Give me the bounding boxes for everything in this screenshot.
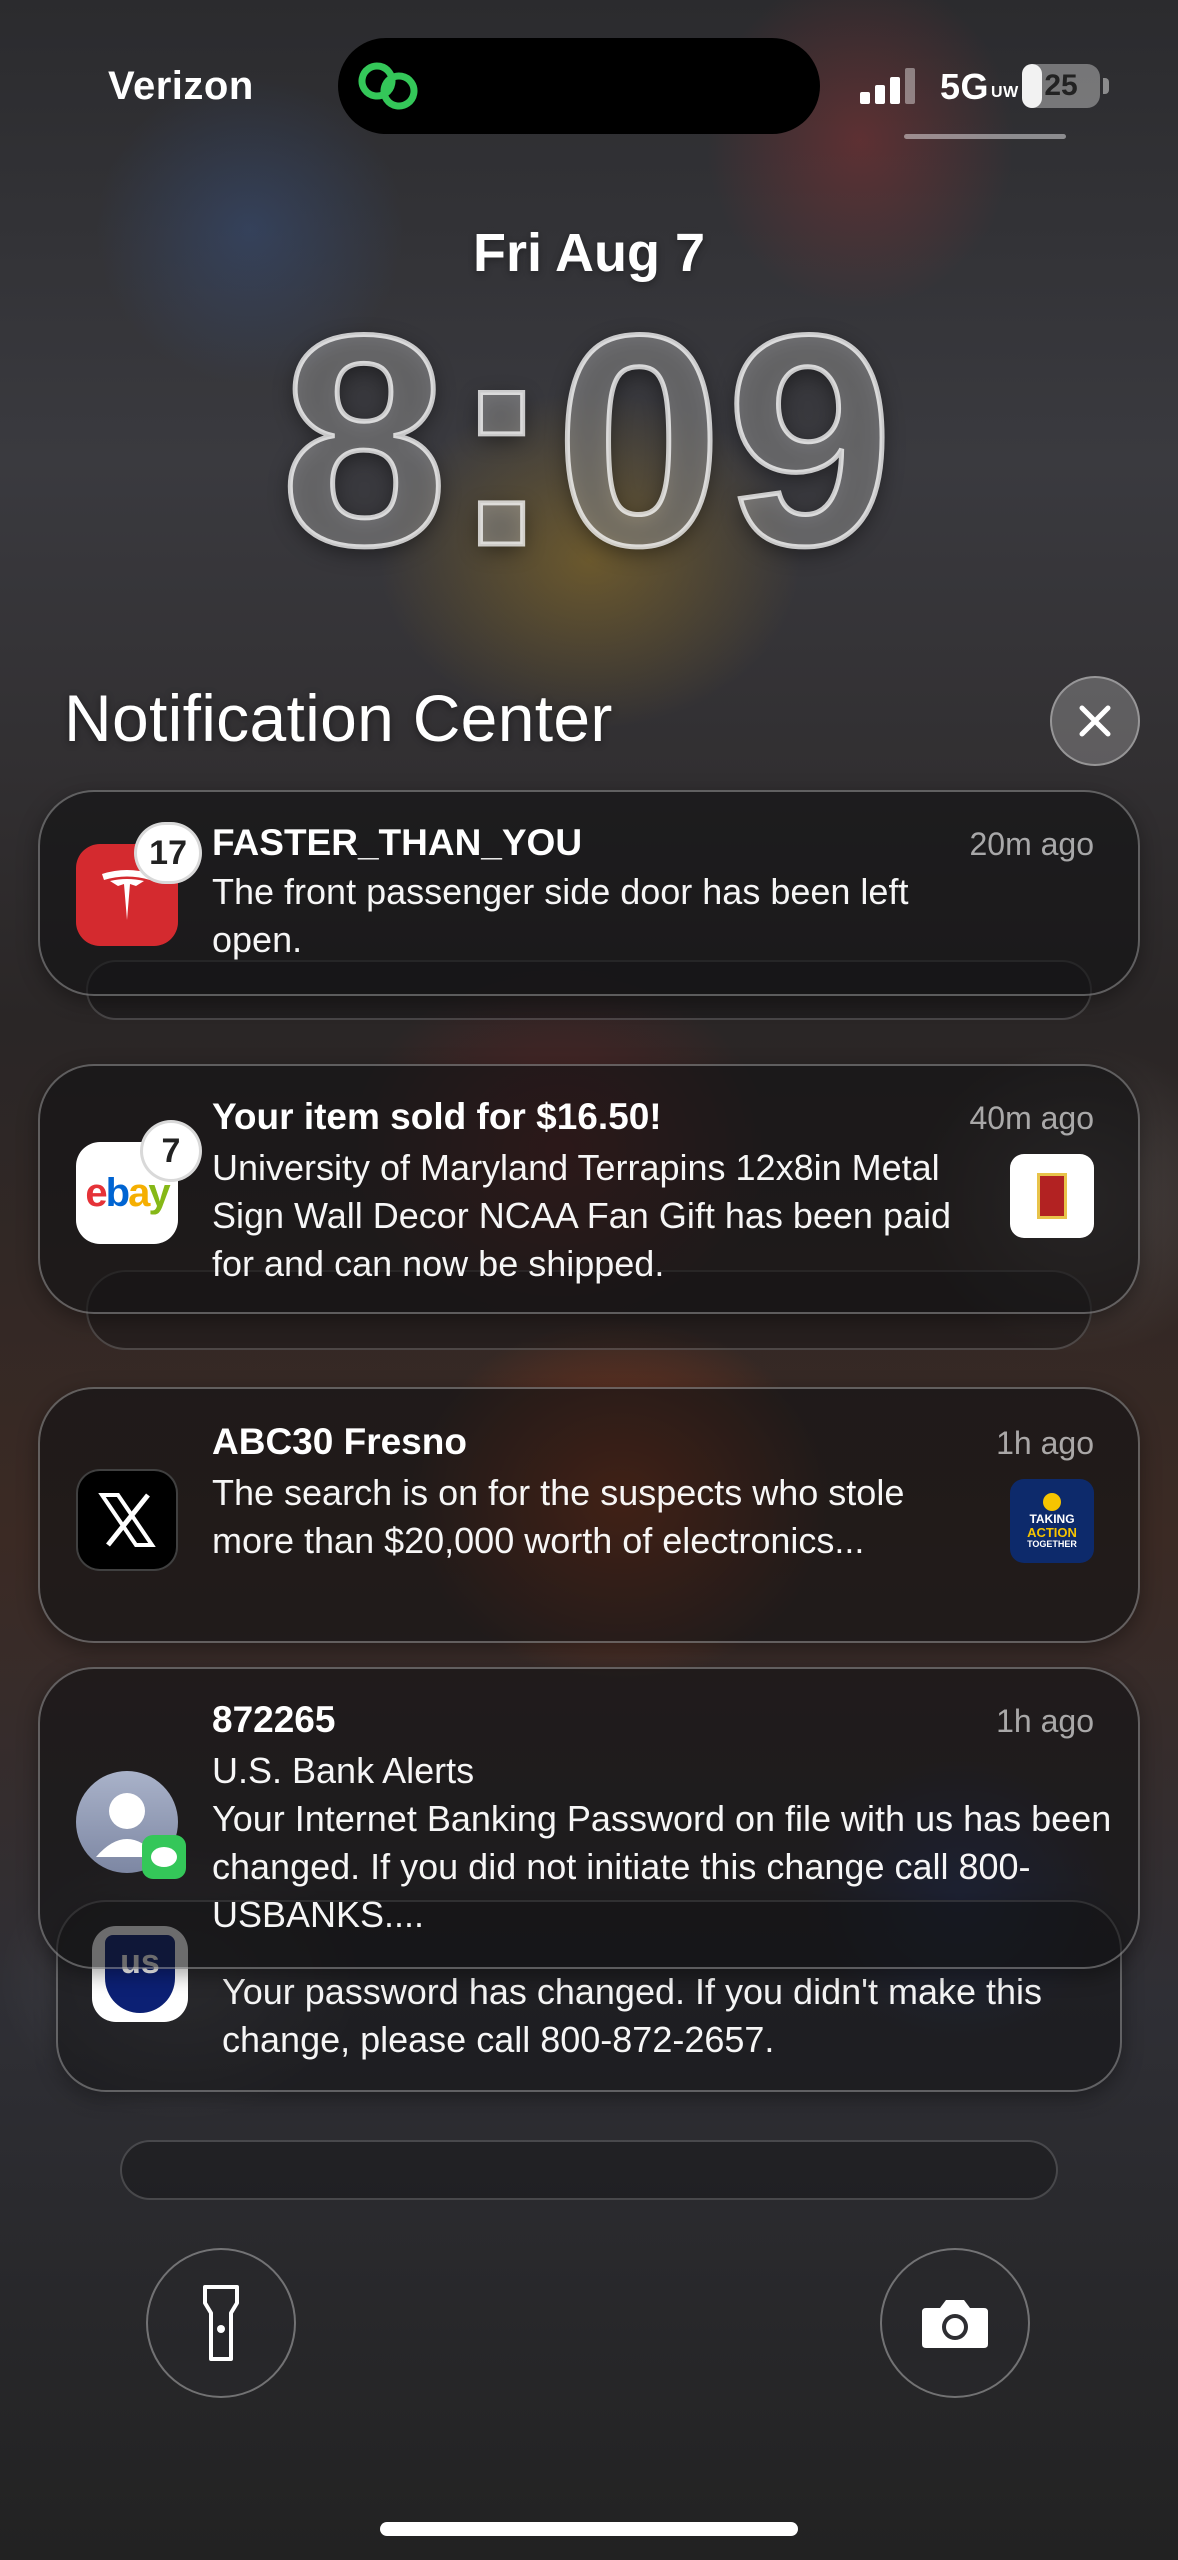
contact-avatar-icon (76, 1771, 186, 1879)
live-activity-icon (358, 62, 418, 110)
messages-badge-icon (142, 1835, 186, 1879)
thumbnail-text: TOGETHER (1027, 1538, 1077, 1549)
notification-time: 40m ago (969, 1100, 1094, 1136)
notification-count-badge: 17 (134, 822, 202, 884)
control-center-grabber[interactable] (904, 134, 1066, 139)
notification-attachment-thumbnail[interactable] (1010, 1154, 1094, 1238)
notification-messages[interactable]: 872265 1h ago U.S. Bank Alerts Your Inte… (38, 1667, 1140, 1969)
notification-title: FASTER_THAN_YOU (212, 822, 583, 863)
notification-time: 1h ago (996, 1703, 1094, 1739)
notification-time: 1h ago (996, 1425, 1094, 1461)
notification-title: Your item sold for $16.50! (212, 1096, 662, 1137)
notification-tesla[interactable]: 17 FASTER_THAN_YOU 20m ago The front pas… (38, 790, 1140, 996)
close-icon (1079, 705, 1111, 737)
cellular-signal-icon (860, 68, 915, 104)
close-notifications-button[interactable] (1050, 676, 1140, 766)
notification-body: University of Maryland Terrapins 12x8in … (212, 1147, 952, 1284)
thumbnail-text: ACTION (1027, 1524, 1077, 1540)
notification-attachment-thumbnail[interactable]: TAKING ACTION TOGETHER (1010, 1479, 1094, 1563)
notification-title: 872265 (212, 1699, 336, 1740)
notification-body: The search is on for the suspects who st… (212, 1472, 905, 1561)
flashlight-button[interactable] (146, 2248, 296, 2398)
flashlight-icon (203, 2285, 239, 2361)
home-indicator[interactable] (380, 2522, 798, 2536)
notification-body: Your Internet Banking Password on file w… (212, 1798, 1112, 1935)
battery-cap (1103, 78, 1109, 94)
carrier-label: Verizon (108, 64, 254, 108)
speech-bubble-shape (151, 1847, 177, 1867)
battery-percent: 25 (1044, 69, 1078, 102)
camera-icon (922, 2300, 988, 2348)
battery-fill (1022, 64, 1042, 108)
thumbnail-sun-icon (1043, 1492, 1061, 1511)
lock-clock[interactable]: 8:09 (0, 288, 1178, 593)
notification-time: 20m ago (969, 826, 1094, 862)
notification-title: ABC30 Fresno (212, 1421, 467, 1462)
notification-count-badge: 7 (140, 1120, 202, 1182)
network-type: 5G UW (940, 66, 1019, 108)
x-logo (98, 1493, 156, 1547)
status-bar: Verizon 5G UW 25 (0, 0, 1178, 150)
x-icon (76, 1469, 178, 1571)
notification-ebay[interactable]: ebay 7 Your item sold for $16.50! 40m ag… (38, 1064, 1140, 1314)
notification-center-title: Notification Center (64, 681, 613, 755)
camera-button[interactable] (880, 2248, 1030, 2398)
battery-indicator: 25 (1022, 64, 1100, 108)
maryland-sign-image (1037, 1173, 1067, 1219)
tesla-icon: 17 (76, 822, 202, 946)
thumbnail-text: TAKING (1029, 1511, 1075, 1526)
notification-body: The front passenger side door has been l… (212, 871, 909, 960)
ebay-icon: ebay 7 (76, 1120, 202, 1244)
network-label: 5G (940, 66, 990, 107)
notification-x[interactable]: ABC30 Fresno 1h ago The search is on for… (38, 1387, 1140, 1643)
network-sublabel: UW (991, 84, 1019, 101)
stacked-notification-edge[interactable] (120, 2140, 1058, 2200)
notification-subtitle: U.S. Bank Alerts (212, 1750, 475, 1791)
dynamic-island[interactable] (338, 38, 820, 134)
notification-body: Your password has changed. If you didn't… (222, 1971, 1043, 2060)
